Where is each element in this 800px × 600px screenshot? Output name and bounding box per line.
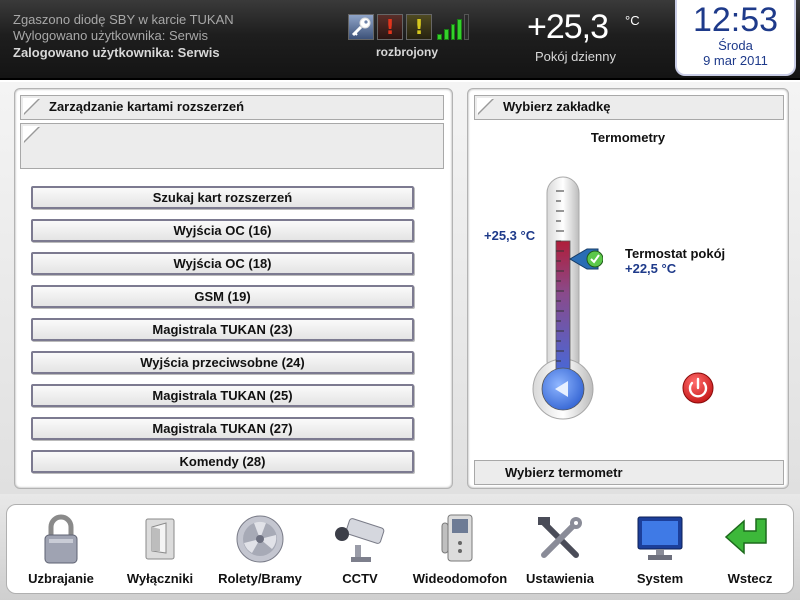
card-button[interactable]: Magistrala TUKAN (23)	[31, 318, 414, 341]
power-icon[interactable]	[681, 371, 715, 405]
search-cards-button[interactable]: Szukaj kart rozszerzeń	[31, 186, 414, 209]
select-thermometer-button[interactable]: Wybierz termometr	[474, 460, 784, 485]
tool-system[interactable]: System	[610, 505, 710, 595]
corner-fold-icon	[23, 98, 39, 114]
signal-strength-icon	[435, 14, 469, 40]
main-area: Zarządzanie kartami rozszerzeń Szukaj ka…	[0, 82, 800, 494]
arm-status-label: rozbrojony	[376, 45, 438, 59]
clock-date: 9 mar 2011	[703, 53, 768, 68]
toolbar-bar: Uzbrajanie Wyłączniki Rolety/Bramy CCTV …	[6, 504, 794, 594]
clock-widget: 12:53 Środa 9 mar 2011	[675, 0, 796, 76]
info-area	[20, 123, 444, 169]
section-heading: Termometry	[590, 130, 666, 145]
tool-uzbrajanie[interactable]: Uzbrajanie	[11, 505, 111, 595]
corner-fold-icon	[23, 126, 39, 142]
corner-fold-icon	[477, 98, 493, 114]
fan-vent-icon	[236, 515, 284, 563]
card-button[interactable]: GSM (19)	[31, 285, 414, 308]
event-message: Wylogowano użytkownika: Serwis	[13, 28, 208, 43]
thermostat-name: Termostat pokój	[625, 246, 726, 261]
light-switch-icon	[145, 518, 175, 560]
cctv-camera-icon	[335, 518, 385, 562]
tab-selector[interactable]: Wybierz zakładkę	[474, 95, 784, 120]
current-temperature: +25,3	[527, 8, 609, 46]
bottom-toolbar: Uzbrajanie Wyłączniki Rolety/Bramy CCTV …	[0, 494, 800, 600]
clock-day: Środa	[718, 38, 753, 53]
card-button[interactable]: Komendy (28)	[31, 450, 414, 473]
padlock-icon	[44, 514, 78, 564]
card-button[interactable]: Magistrala TUKAN (25)	[31, 384, 414, 407]
room-label: Pokój dzienny	[535, 49, 616, 64]
back-arrow-icon	[724, 518, 767, 555]
intercom-icon	[441, 514, 473, 562]
expansion-cards-panel: Zarządzanie kartami rozszerzeń Szukaj ka…	[14, 88, 453, 489]
status-icons: ! !	[348, 14, 469, 42]
card-button[interactable]: Wyjścia OC (16)	[31, 219, 414, 242]
thermometers-panel: Wybierz zakładkę Termometry +25,3 °C Ter…	[467, 88, 789, 489]
tool-wylaczniki[interactable]: Wyłączniki	[110, 505, 210, 595]
tool-wstecz[interactable]: Wstecz	[700, 505, 800, 595]
tool-rolety-bramy[interactable]: Rolety/Bramy	[210, 505, 310, 595]
tool-ustawienia[interactable]: Ustawienia	[510, 505, 610, 595]
key-icon[interactable]	[348, 14, 374, 40]
card-button[interactable]: Magistrala TUKAN (27)	[31, 417, 414, 440]
warning-red-icon[interactable]: !	[377, 14, 403, 40]
clock-time: 12:53	[692, 1, 779, 39]
monitor-icon	[637, 516, 683, 560]
thermometer-value: +25,3 °C	[484, 228, 536, 243]
tool-cctv[interactable]: CCTV	[310, 505, 410, 595]
card-button[interactable]: Wyjścia przeciwsobne (24)	[31, 351, 414, 374]
thermostat-value: +22,5 °C	[625, 261, 677, 276]
panel-title: Zarządzanie kartami rozszerzeń	[20, 95, 444, 120]
card-button[interactable]: Wyjścia OC (18)	[31, 252, 414, 275]
temperature-unit: °C	[625, 13, 640, 28]
warning-yellow-icon[interactable]: !	[406, 14, 432, 40]
header-bar: Zgaszono diodę SBY w karcie TUKAN Wylogo…	[0, 0, 800, 80]
event-message: Zalogowano użytkownika: Serwis	[13, 45, 220, 60]
thermometer-icon	[532, 176, 603, 420]
event-message: Zgaszono diodę SBY w karcie TUKAN	[13, 12, 234, 27]
tools-icon	[538, 517, 582, 558]
tool-wideodomofon[interactable]: Wideodomofon	[410, 505, 510, 595]
